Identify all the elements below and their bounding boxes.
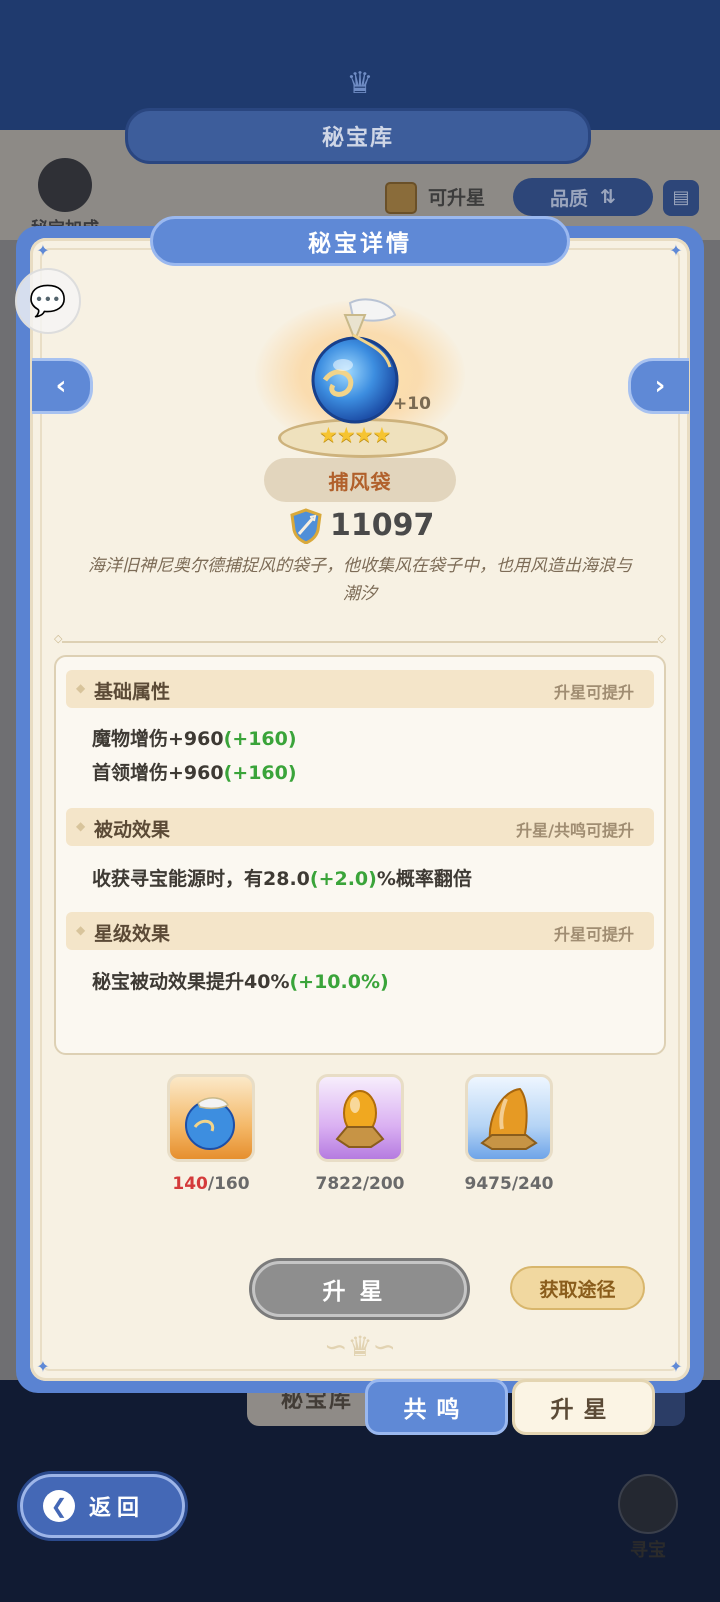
attribute-text: 收获寻宝能源时，有28.0 [92,868,310,890]
back-button[interactable]: ❮ 返回 [20,1474,185,1538]
attribute-line: 收获寻宝能源时，有28.0(+2.0)%概率翻倍 [92,864,472,891]
treasure-hunt-button[interactable]: 寻宝 [612,1474,684,1561]
crest-ornament-icon: ∽♛∽ [323,1330,397,1363]
corner-ornament-icon: ✦ [669,241,683,260]
crown-ornament-icon: ♛ [346,66,374,101]
modal-title: 秘宝详情 [150,216,570,266]
enhance-level-badge: +10 [393,394,431,414]
attribute-bonus: (+160) [223,728,297,750]
back-label: 返回 [89,1496,146,1521]
attribute-bonus: (+10.0%) [289,971,389,993]
section-hint: 升星/共鸣可提升 [516,821,634,840]
corner-ornament-icon: ✦ [36,241,50,260]
attribute-panel [54,655,666,1055]
material-have: 140 [172,1174,208,1194]
bonus-icon [38,158,92,212]
corner-ornament-icon: ✦ [36,1357,50,1376]
star-rating: ★★★★ [319,423,391,447]
section-title: 被动效果 [94,819,171,841]
previous-item-button[interactable]: ‹ [32,358,93,414]
material-slot[interactable] [316,1074,404,1162]
material-slot[interactable] [167,1074,255,1162]
chevron-left-icon: ‹ [55,371,67,401]
material-have: 7822 [315,1174,363,1194]
item-description: 海洋旧神尼奥尔德捕捉风的袋子，他收集风在袋子中，也用风造出海浪与潮汐 [88,556,632,604]
diamond-bullet-icon: ◆ [76,923,86,937]
upgradable-checkbox[interactable] [385,182,417,214]
material-have: 9475 [464,1174,512,1194]
chat-bubble-icon[interactable]: 💬 [15,268,81,334]
amber-stone-purple-icon [335,1090,385,1148]
item-name: 捕风袋 [264,458,456,502]
attribute-line: 魔物增伤+960(+160) [92,724,297,751]
section-hint: 升星可提升 [553,925,634,944]
wind-bag-icon [185,1097,235,1150]
material-need: /160 [207,1174,250,1194]
sort-arrows-icon: ⇅ [600,186,616,208]
attribute-text: 魔物增伤+960 [92,728,224,750]
diamond-bullet-icon: ◆ [76,681,86,695]
material-slot[interactable] [465,1074,553,1162]
next-item-button[interactable]: › [628,358,689,414]
amber-stone-blue-icon [480,1087,538,1150]
attribute-bonus: (+2.0) [309,868,377,890]
filter-icon[interactable]: ▤ [663,180,699,216]
upgradable-label: 可升星 [428,187,486,209]
section-title: 星级效果 [94,923,171,945]
attribute-text: 秘宝被动效果提升40% [92,971,290,993]
chevron-left-icon: ❮ [43,1490,75,1522]
material-count: 9475/240 [444,1174,574,1194]
shield-sword-icon [290,508,322,544]
divider [54,632,666,645]
treasure-bonus-button[interactable]: 秘宝加成 [20,158,110,239]
chevron-right-icon: › [654,371,666,401]
material-need: /200 [362,1174,405,1194]
attribute-line: 首领增伤+960(+160) [92,758,297,785]
treasure-hunt-label: 寻宝 [630,1540,666,1561]
section-title: 基础属性 [94,681,171,703]
material-need: /240 [511,1174,554,1194]
quality-sort-button[interactable]: 品质 ⇅ [513,178,653,216]
quality-label: 品质 [550,187,589,210]
screen-title: 秘宝库 [125,108,591,164]
corner-ornament-icon: ✦ [669,1357,683,1376]
section-header-passive: ◆ 被动效果 升星/共鸣可提升 [66,808,654,846]
section-hint: 升星可提升 [553,683,634,702]
treasure-hunt-icon [618,1474,678,1534]
tab-upstar[interactable]: 升星 [512,1379,655,1435]
material-count: 140/160 [146,1174,276,1194]
section-header-star: ◆ 星级效果 升星可提升 [66,912,654,950]
attribute-suffix: %概率翻倍 [376,868,472,890]
obtain-source-button[interactable]: 获取途径 [510,1266,645,1310]
tab-resonance[interactable]: 共鸣 [365,1379,508,1435]
upstar-button[interactable]: 升星 [252,1261,467,1317]
diamond-bullet-icon: ◆ [76,819,86,833]
power-value: 11097 [330,508,435,543]
attribute-text: 首领增伤+960 [92,762,224,784]
section-header-basic: ◆ 基础属性 升星可提升 [66,670,654,708]
attribute-line: 秘宝被动效果提升40%(+10.0%) [92,967,389,994]
material-count: 7822/200 [295,1174,425,1194]
attribute-bonus: (+160) [223,762,297,784]
